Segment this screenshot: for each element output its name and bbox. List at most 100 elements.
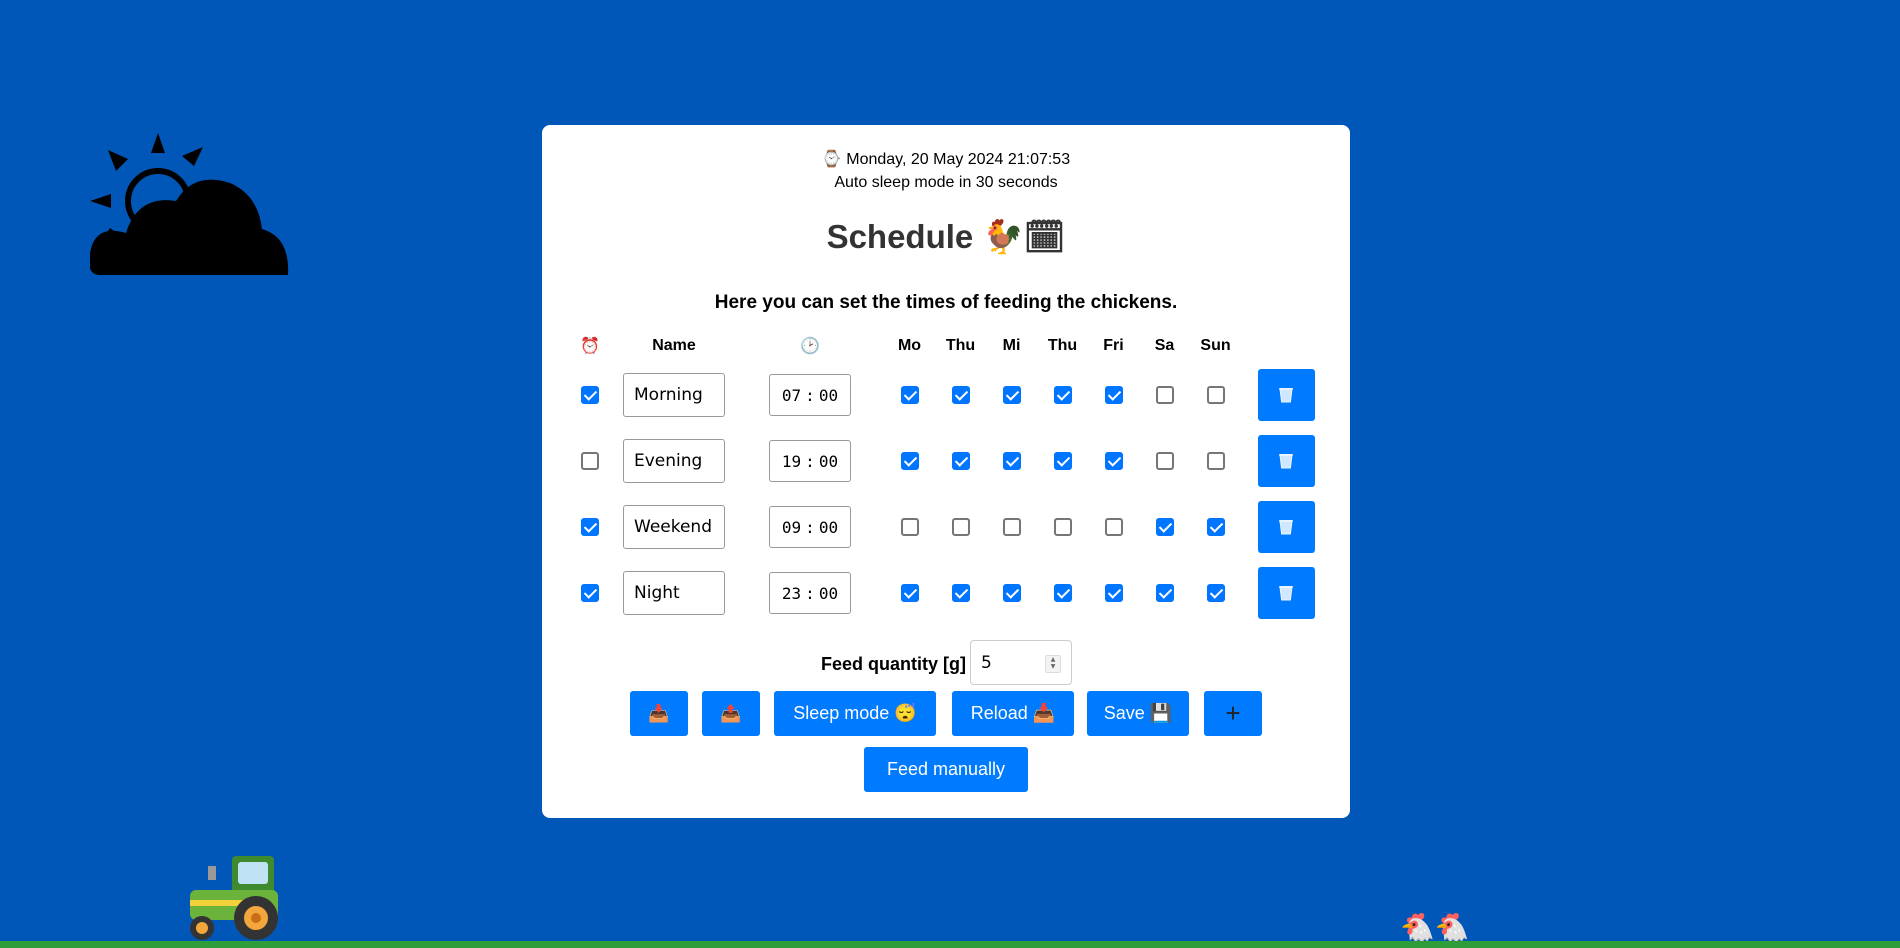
row-day-cell: [1037, 362, 1088, 428]
time-input[interactable]: 23:00: [769, 572, 851, 614]
column-day: Fri: [1103, 337, 1124, 354]
row-day-cell: [1139, 494, 1190, 560]
row-name-cell: Night: [612, 560, 736, 626]
feed-quantity-label: Feed quantity [g]: [821, 654, 966, 674]
name-input[interactable]: Morning: [623, 373, 725, 417]
column-day: Mi: [1002, 337, 1021, 354]
day-checkbox[interactable]: [1206, 517, 1225, 536]
row-day-cell: [1088, 428, 1139, 494]
enabled-checkbox[interactable]: [581, 583, 599, 602]
row-time-cell: 19:00: [736, 428, 884, 494]
row-day-cell: [884, 428, 935, 494]
current-datetime: ⌚ Monday, 20 May 2024 21:07:53: [821, 151, 1071, 168]
time-hour: 19: [781, 451, 802, 471]
delete-row-button[interactable]: [1257, 435, 1315, 487]
trash-icon: [1279, 520, 1293, 535]
row-name-cell: Weekend: [612, 494, 736, 560]
row-day-cell: [1037, 494, 1088, 560]
day-checkbox[interactable]: [1104, 517, 1123, 536]
row-day-cell: [884, 560, 935, 626]
day-checkbox[interactable]: [900, 517, 919, 536]
page-title: Schedule 🐓🗓: [826, 218, 1066, 255]
day-checkbox[interactable]: [1002, 385, 1021, 404]
feed-manually-button[interactable]: Feed manually: [864, 747, 1028, 792]
time-separator: :: [805, 583, 815, 603]
day-checkbox[interactable]: [1155, 451, 1174, 470]
day-checkbox[interactable]: [1155, 385, 1174, 404]
row-delete-cell: [1241, 494, 1331, 560]
row-name-cell: Morning: [612, 362, 736, 428]
delete-row-button[interactable]: [1257, 567, 1315, 619]
day-checkbox[interactable]: [951, 583, 970, 602]
row-day-cell: [935, 362, 986, 428]
day-checkbox[interactable]: [900, 583, 919, 602]
sleep-mode-button[interactable]: Sleep mode 😴: [774, 691, 936, 736]
table-row: Weekend 09:00: [568, 494, 1331, 560]
day-checkbox[interactable]: [1104, 583, 1123, 602]
day-checkbox[interactable]: [900, 451, 919, 470]
name-input[interactable]: Night: [623, 571, 725, 615]
day-checkbox[interactable]: [951, 385, 970, 404]
enabled-checkbox[interactable]: [581, 385, 599, 404]
day-checkbox[interactable]: [1155, 583, 1174, 602]
time-hour: 07: [781, 385, 802, 405]
ground-strip: [0, 941, 1900, 948]
time-input[interactable]: 19:00: [769, 440, 851, 482]
day-checkbox[interactable]: [1104, 451, 1123, 470]
chickens-decoration: 🐔🐔: [1400, 912, 1470, 943]
column-name: Name: [652, 337, 696, 354]
tractor-icon: [190, 856, 278, 940]
column-day: Sa: [1154, 337, 1175, 354]
time-separator: :: [805, 451, 815, 471]
day-checkbox[interactable]: [1002, 451, 1021, 470]
delete-row-button[interactable]: [1257, 369, 1315, 421]
row-time-cell: 09:00: [736, 494, 884, 560]
feed-quantity-input[interactable]: 5 ▲ ▼: [970, 640, 1072, 685]
name-input[interactable]: Weekend: [623, 505, 725, 549]
add-row-button[interactable]: +: [1204, 691, 1262, 736]
save-button[interactable]: Save 💾: [1087, 691, 1189, 736]
page-subtitle: Here you can set the times of feeding th…: [714, 292, 1178, 313]
upload-button[interactable]: 📤: [702, 691, 760, 736]
trash-icon: [1279, 388, 1293, 403]
enabled-checkbox[interactable]: [581, 517, 599, 536]
row-day-cell: [1139, 560, 1190, 626]
day-checkbox[interactable]: [1053, 583, 1072, 602]
row-enabled-cell: [568, 560, 612, 626]
name-input[interactable]: Evening: [623, 439, 725, 483]
day-checkbox[interactable]: [1053, 385, 1072, 404]
download-button[interactable]: 📥: [630, 691, 688, 736]
row-delete-cell: [1241, 362, 1331, 428]
day-checkbox[interactable]: [1206, 451, 1225, 470]
day-checkbox[interactable]: [1155, 517, 1174, 536]
day-checkbox[interactable]: [1206, 385, 1225, 404]
reload-button[interactable]: Reload 📥: [952, 691, 1074, 736]
spinner-icon[interactable]: ▲ ▼: [1045, 655, 1061, 673]
time-minute: 00: [818, 517, 839, 537]
day-checkbox[interactable]: [1053, 451, 1072, 470]
row-day-cell: [935, 428, 986, 494]
row-day-cell: [1088, 494, 1139, 560]
time-minute: 00: [818, 451, 839, 471]
time-input[interactable]: 09:00: [769, 506, 851, 548]
time-minute: 00: [818, 583, 839, 603]
row-enabled-cell: [568, 428, 612, 494]
day-checkbox[interactable]: [1002, 583, 1021, 602]
day-checkbox[interactable]: [1053, 517, 1072, 536]
day-checkbox[interactable]: [1206, 583, 1225, 602]
table-header-row: ⏰ Name 🕑 Mo Thu Mi Thu Fri Sa Sun: [568, 330, 1331, 362]
delete-row-button[interactable]: [1257, 501, 1315, 553]
column-day: Sun: [1200, 337, 1231, 354]
day-checkbox[interactable]: [951, 517, 970, 536]
time-hour: 23: [781, 583, 802, 603]
row-day-cell: [1139, 362, 1190, 428]
trash-icon: [1279, 586, 1293, 601]
day-checkbox[interactable]: [951, 451, 970, 470]
day-checkbox[interactable]: [1104, 385, 1123, 404]
day-checkbox[interactable]: [1002, 517, 1021, 536]
enabled-checkbox[interactable]: [581, 451, 599, 470]
time-minute: 00: [818, 385, 839, 405]
row-day-cell: [1190, 362, 1241, 428]
time-input[interactable]: 07:00: [769, 374, 851, 416]
day-checkbox[interactable]: [900, 385, 919, 404]
